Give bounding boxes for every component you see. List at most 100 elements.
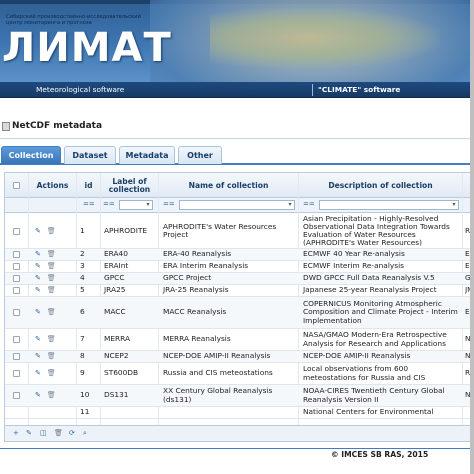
- cell-description: NOAA-CIRES Twentieth Century Global Rean…: [303, 386, 445, 404]
- table-row[interactable]: ✎ 🗑 1 APHRODITE APHRODITE's Water Resources …: [5, 214, 474, 249]
- row-checkbox[interactable]: [13, 370, 20, 377]
- cell-id: 7: [80, 334, 85, 344]
- tab-other[interactable]: Other: [178, 146, 222, 164]
- pencil-icon[interactable]: ✎: [35, 352, 41, 360]
- table-row[interactable]: ✎ 🗑 8 NCEP2 NCEP-DOE AMIP-II Reanalysis NCEP-…: [5, 351, 474, 363]
- row-select-cell: [13, 297, 25, 328]
- table-row[interactable]: ✎ 🗑 5 JRA25 JRA-25 Reanalysis Japanese 25-yea…: [5, 285, 474, 297]
- view-icon[interactable]: ◫: [40, 429, 47, 437]
- tab-metadata[interactable]: Metadata: [119, 146, 175, 164]
- cell-label: ST600DB: [104, 368, 139, 378]
- pencil-icon[interactable]: ✎: [35, 308, 41, 316]
- pencil-icon[interactable]: ✎: [35, 250, 41, 258]
- table-row[interactable]: ✎ 🗑 9 ST600DB Russia and CIS meteostations Lo…: [5, 363, 474, 385]
- cell-label: ERAInt: [104, 261, 129, 271]
- row-checkbox[interactable]: [13, 251, 20, 258]
- footer-divider: [0, 448, 474, 449]
- cell-id: 10: [80, 390, 90, 400]
- cell-description: Asian Precipitation - Highly-Resolved Ob…: [303, 214, 450, 248]
- trash-icon[interactable]: 🗑: [47, 335, 56, 343]
- row-checkbox[interactable]: [13, 275, 20, 282]
- select-all-checkbox[interactable]: [13, 182, 20, 189]
- trash-icon[interactable]: 🗑: [47, 308, 56, 316]
- header-name[interactable]: Name of collection: [159, 173, 299, 198]
- tab-bar: Collection Dataset Metadata Other: [0, 146, 474, 165]
- row-actions: ✎ 🗑: [35, 214, 73, 248]
- trash-icon[interactable]: 🗑: [47, 352, 56, 360]
- tab-dataset[interactable]: Dataset: [64, 146, 116, 164]
- pencil-icon[interactable]: ✎: [35, 274, 41, 282]
- map-image: [210, 8, 440, 68]
- footer-copyright: © IMCES SB RAS, 2015: [331, 450, 429, 459]
- select-all-column: [5, 173, 29, 198]
- row-select-cell: [13, 214, 25, 248]
- trash-icon[interactable]: 🗑: [47, 262, 56, 270]
- table-row[interactable]: ✎ 🗑 6 MACC MACC Reanalysis COPERNICUS Monitor…: [5, 297, 474, 329]
- table-row[interactable]: ✎ 🗑 10 DS131 XX Century Global Reanalysis (d…: [5, 385, 474, 407]
- trash-icon[interactable]: 🗑: [47, 227, 56, 235]
- pencil-icon[interactable]: ✎: [35, 227, 41, 235]
- cell-id: 5: [80, 285, 85, 295]
- cell-label: APHRODITE: [104, 225, 148, 235]
- table-row[interactable]: ✎ 🗑 7 MERRA MERRA Reanalysis NASA/GMAO Modern…: [5, 329, 474, 351]
- row-select-cell: [13, 329, 25, 350]
- table-row[interactable]: ✎ 🗑 4 GPCC GPCC Project DWD GPCC Full Data Re…: [5, 273, 474, 285]
- trash-icon[interactable]: 🗑: [47, 391, 56, 399]
- grid-toolbar: + ✎ ◫ 🗑 ⟳ ⌕: [4, 426, 474, 442]
- trash-icon[interactable]: 🗑: [47, 369, 56, 377]
- row-checkbox[interactable]: [13, 227, 20, 235]
- cell-id: 9: [80, 368, 85, 378]
- pencil-icon[interactable]: ✎: [35, 369, 41, 377]
- table-row[interactable]: 11 National Centers for Environmental: [5, 407, 474, 419]
- pencil-icon[interactable]: ✎: [26, 429, 32, 437]
- nav-meteorological-software[interactable]: Meteorological software: [36, 85, 124, 94]
- row-checkbox[interactable]: [13, 353, 20, 360]
- cell-name: XX Century Global Reanalysis (ds131): [163, 386, 273, 404]
- nav-climate-software[interactable]: "CLIMATE" software: [318, 85, 400, 94]
- row-select-cell: [13, 273, 25, 284]
- filter-eq-id: ==: [83, 200, 95, 208]
- pencil-icon[interactable]: ✎: [35, 262, 41, 270]
- table-row[interactable]: ✎ 🗑 2 ERA40 ERA-40 Reanalysis ECMWF 40 Year R…: [5, 249, 474, 261]
- cell-name: MERRA Reanalysis: [163, 334, 231, 344]
- row-checkbox[interactable]: [13, 263, 20, 270]
- row-select-cell: [13, 261, 25, 272]
- cell-label: MACC: [104, 307, 126, 317]
- cell-name: NCEP-DOE AMIP-II Reanalysis: [163, 351, 271, 361]
- refresh-icon[interactable]: ⟳: [69, 429, 75, 437]
- header-id[interactable]: id: [77, 173, 101, 198]
- row-actions: ✎ 🗑: [35, 261, 73, 272]
- cell-description: ECMWF Interim Re-analysis: [303, 261, 405, 271]
- row-select-cell: [13, 285, 25, 296]
- tab-collection[interactable]: Collection: [1, 146, 61, 164]
- cell-label: NCEP2: [104, 351, 129, 361]
- header-label[interactable]: Label of collection: [101, 173, 159, 198]
- filter-eq-description: ==: [303, 200, 315, 208]
- pencil-icon[interactable]: ✎: [35, 335, 41, 343]
- document-icon: [2, 122, 10, 131]
- row-checkbox[interactable]: [13, 287, 20, 294]
- pencil-icon[interactable]: ✎: [35, 286, 41, 294]
- top-nav: Meteorological software "CLIMATE" softwa…: [0, 82, 474, 98]
- trash-icon[interactable]: 🗑: [54, 429, 63, 437]
- row-checkbox[interactable]: [13, 309, 20, 316]
- plus-icon[interactable]: +: [13, 429, 19, 437]
- trash-icon[interactable]: 🗑: [47, 274, 56, 282]
- row-actions: ✎ 🗑: [35, 329, 73, 350]
- pencil-icon[interactable]: ✎: [35, 391, 41, 399]
- row-checkbox[interactable]: [13, 336, 20, 343]
- search-icon[interactable]: ⌕: [83, 429, 87, 438]
- table-row[interactable]: ✎ 🗑 3 ERAInt ERA Interim Reanalysis ECMWF Int…: [5, 261, 474, 273]
- chevron-down-icon[interactable]: ▾: [145, 201, 151, 209]
- trash-icon[interactable]: 🗑: [47, 250, 56, 258]
- cell-name: APHRODITE's Water Resources Project: [163, 221, 277, 239]
- chevron-down-icon[interactable]: ▾: [451, 201, 457, 209]
- site-logo[interactable]: ЛИМАТ: [2, 28, 172, 68]
- filter-name-input[interactable]: [179, 200, 295, 210]
- cell-description: Local observations from 600 meteostation…: [303, 364, 426, 382]
- trash-icon[interactable]: 🗑: [47, 286, 56, 294]
- chevron-down-icon[interactable]: ▾: [287, 201, 293, 209]
- header-description[interactable]: Description of collection: [299, 173, 463, 198]
- row-checkbox[interactable]: [13, 392, 20, 399]
- filter-description-input[interactable]: [319, 200, 459, 210]
